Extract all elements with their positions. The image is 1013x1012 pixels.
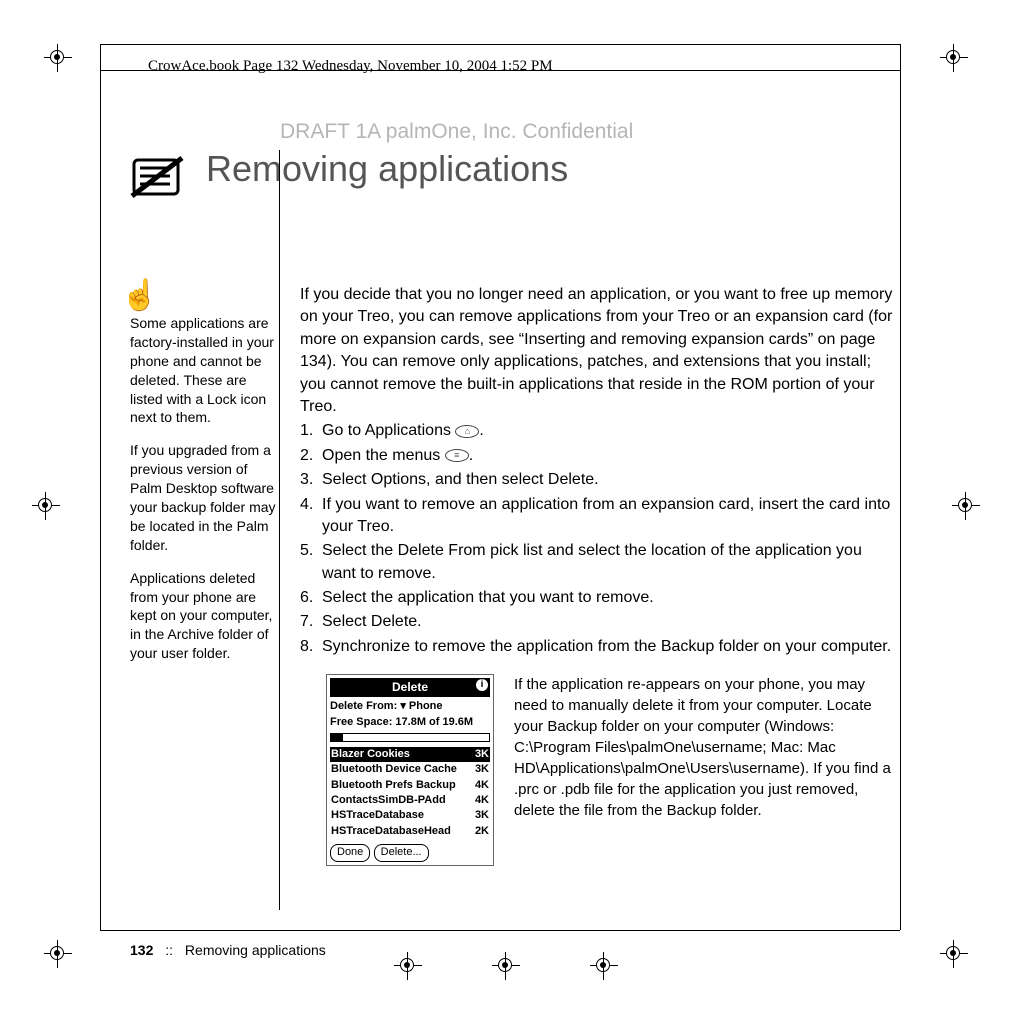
step-text: Synchronize to remove the application fr… <box>322 636 900 658</box>
step-text: Select the Delete From pick list and sel… <box>322 540 900 585</box>
page-number: 132 <box>130 942 153 958</box>
step-6: 6. Select the application that you want … <box>300 587 900 609</box>
sidebar-tips: ☝ Some applications are factory-installe… <box>130 284 280 866</box>
list-item: Bluetooth Prefs Backup4K <box>330 778 490 793</box>
footer-title: Removing applications <box>185 942 326 958</box>
delete-dialog-screenshot: Delete i Delete From: ▾ Phone Free Space… <box>326 674 494 865</box>
list-item: Bluetooth Device Cache3K <box>330 762 490 777</box>
draft-watermark: DRAFT 1A palmOne, Inc. Confidential <box>280 120 900 144</box>
step-text: Open the menus <box>322 447 445 464</box>
list-item: Blazer Cookies3K <box>330 747 490 762</box>
frame-left-v <box>100 70 101 930</box>
step-4: 4. If you want to remove an application … <box>300 494 900 539</box>
pointing-hand-icon: ☝ <box>130 284 150 308</box>
crop-mark-bottom-aux-right-icon <box>590 952 618 980</box>
crop-mark-left-icon <box>32 492 60 520</box>
step-num: 3. <box>300 469 322 491</box>
menu-hardkey-icon: ≡ <box>445 449 469 462</box>
step-7: 7. Select Delete. <box>300 611 900 633</box>
crop-mark-top-right-icon <box>940 44 968 72</box>
free-space-bar <box>330 733 490 742</box>
sidebar-p2: If you upgraded from a previous version … <box>130 441 280 554</box>
section-note-icon <box>130 154 186 202</box>
footer-separator: :: <box>165 942 173 958</box>
list-item: HSTraceDatabaseHead2K <box>330 824 490 839</box>
crop-mark-bottom-center-icon <box>492 952 520 980</box>
chevron-down-icon: ▾ <box>400 700 406 712</box>
main-column: If you decide that you no longer need an… <box>300 284 900 866</box>
applications-hardkey-icon: ⌂ <box>455 425 479 438</box>
done-button: Done <box>330 844 370 861</box>
intro-paragraph: If you decide that you no longer need an… <box>300 284 900 418</box>
sidebar-p3: Applications deleted from your phone are… <box>130 569 280 663</box>
frame-bottom-line <box>100 930 900 931</box>
step-text: Select Options, and then select Delete. <box>322 469 900 491</box>
frame-right-v <box>900 70 901 930</box>
step-3: 3. Select Options, and then select Delet… <box>300 469 900 491</box>
step-8: 8. Synchronize to remove the application… <box>300 636 900 658</box>
app-list: Blazer Cookies3K Bluetooth Device Cache3… <box>330 747 490 839</box>
followup-paragraph: If the application re-appears on your ph… <box>514 674 900 865</box>
step-5: 5. Select the Delete From pick list and … <box>300 540 900 585</box>
step-num: 1. <box>300 420 322 442</box>
column-divider <box>279 150 280 910</box>
free-space-label: Free Space: 17.8M of 19.6M <box>330 715 490 730</box>
step-text: Go to Applications <box>322 422 455 439</box>
step-text: If you want to remove an application fro… <box>322 494 900 539</box>
step-num: 6. <box>300 587 322 609</box>
delete-from-value: Phone <box>409 700 443 712</box>
step-text: Select Delete. <box>322 611 900 633</box>
step-num: 2. <box>300 445 322 467</box>
frame-top-left-v <box>100 44 101 70</box>
sidebar-p1: Some applications are factory-installed … <box>130 314 280 427</box>
info-icon: i <box>476 679 488 691</box>
frame-top-line <box>100 44 900 45</box>
crop-mark-bottom-aux-left-icon <box>394 952 422 980</box>
dialog-title: Delete <box>392 680 428 694</box>
step-1: 1. Go to Applications ⌂. <box>300 420 900 442</box>
frame-top-right-v <box>900 44 901 70</box>
step-text: Select the application that you want to … <box>322 587 900 609</box>
step-num: 7. <box>300 611 322 633</box>
step-num: 4. <box>300 494 322 539</box>
delete-button: Delete... <box>374 844 429 861</box>
page-title: Removing applications <box>206 148 568 190</box>
step-2: 2. Open the menus ≡. <box>300 445 900 467</box>
list-item: ContactsSimDB-PAdd4K <box>330 793 490 808</box>
list-item: HSTraceDatabase3K <box>330 808 490 823</box>
crop-mark-bottom-left-icon <box>44 940 72 968</box>
page-footer: 132 :: Removing applications <box>130 942 326 958</box>
step-num: 5. <box>300 540 322 585</box>
book-header: CrowAce.book Page 132 Wednesday, Novembe… <box>148 58 553 75</box>
step-num: 8. <box>300 636 322 658</box>
crop-mark-right-icon <box>952 492 980 520</box>
crop-mark-top-left-icon <box>44 44 72 72</box>
crop-mark-bottom-right-icon <box>940 940 968 968</box>
delete-from-label: Delete From: <box>330 700 397 712</box>
